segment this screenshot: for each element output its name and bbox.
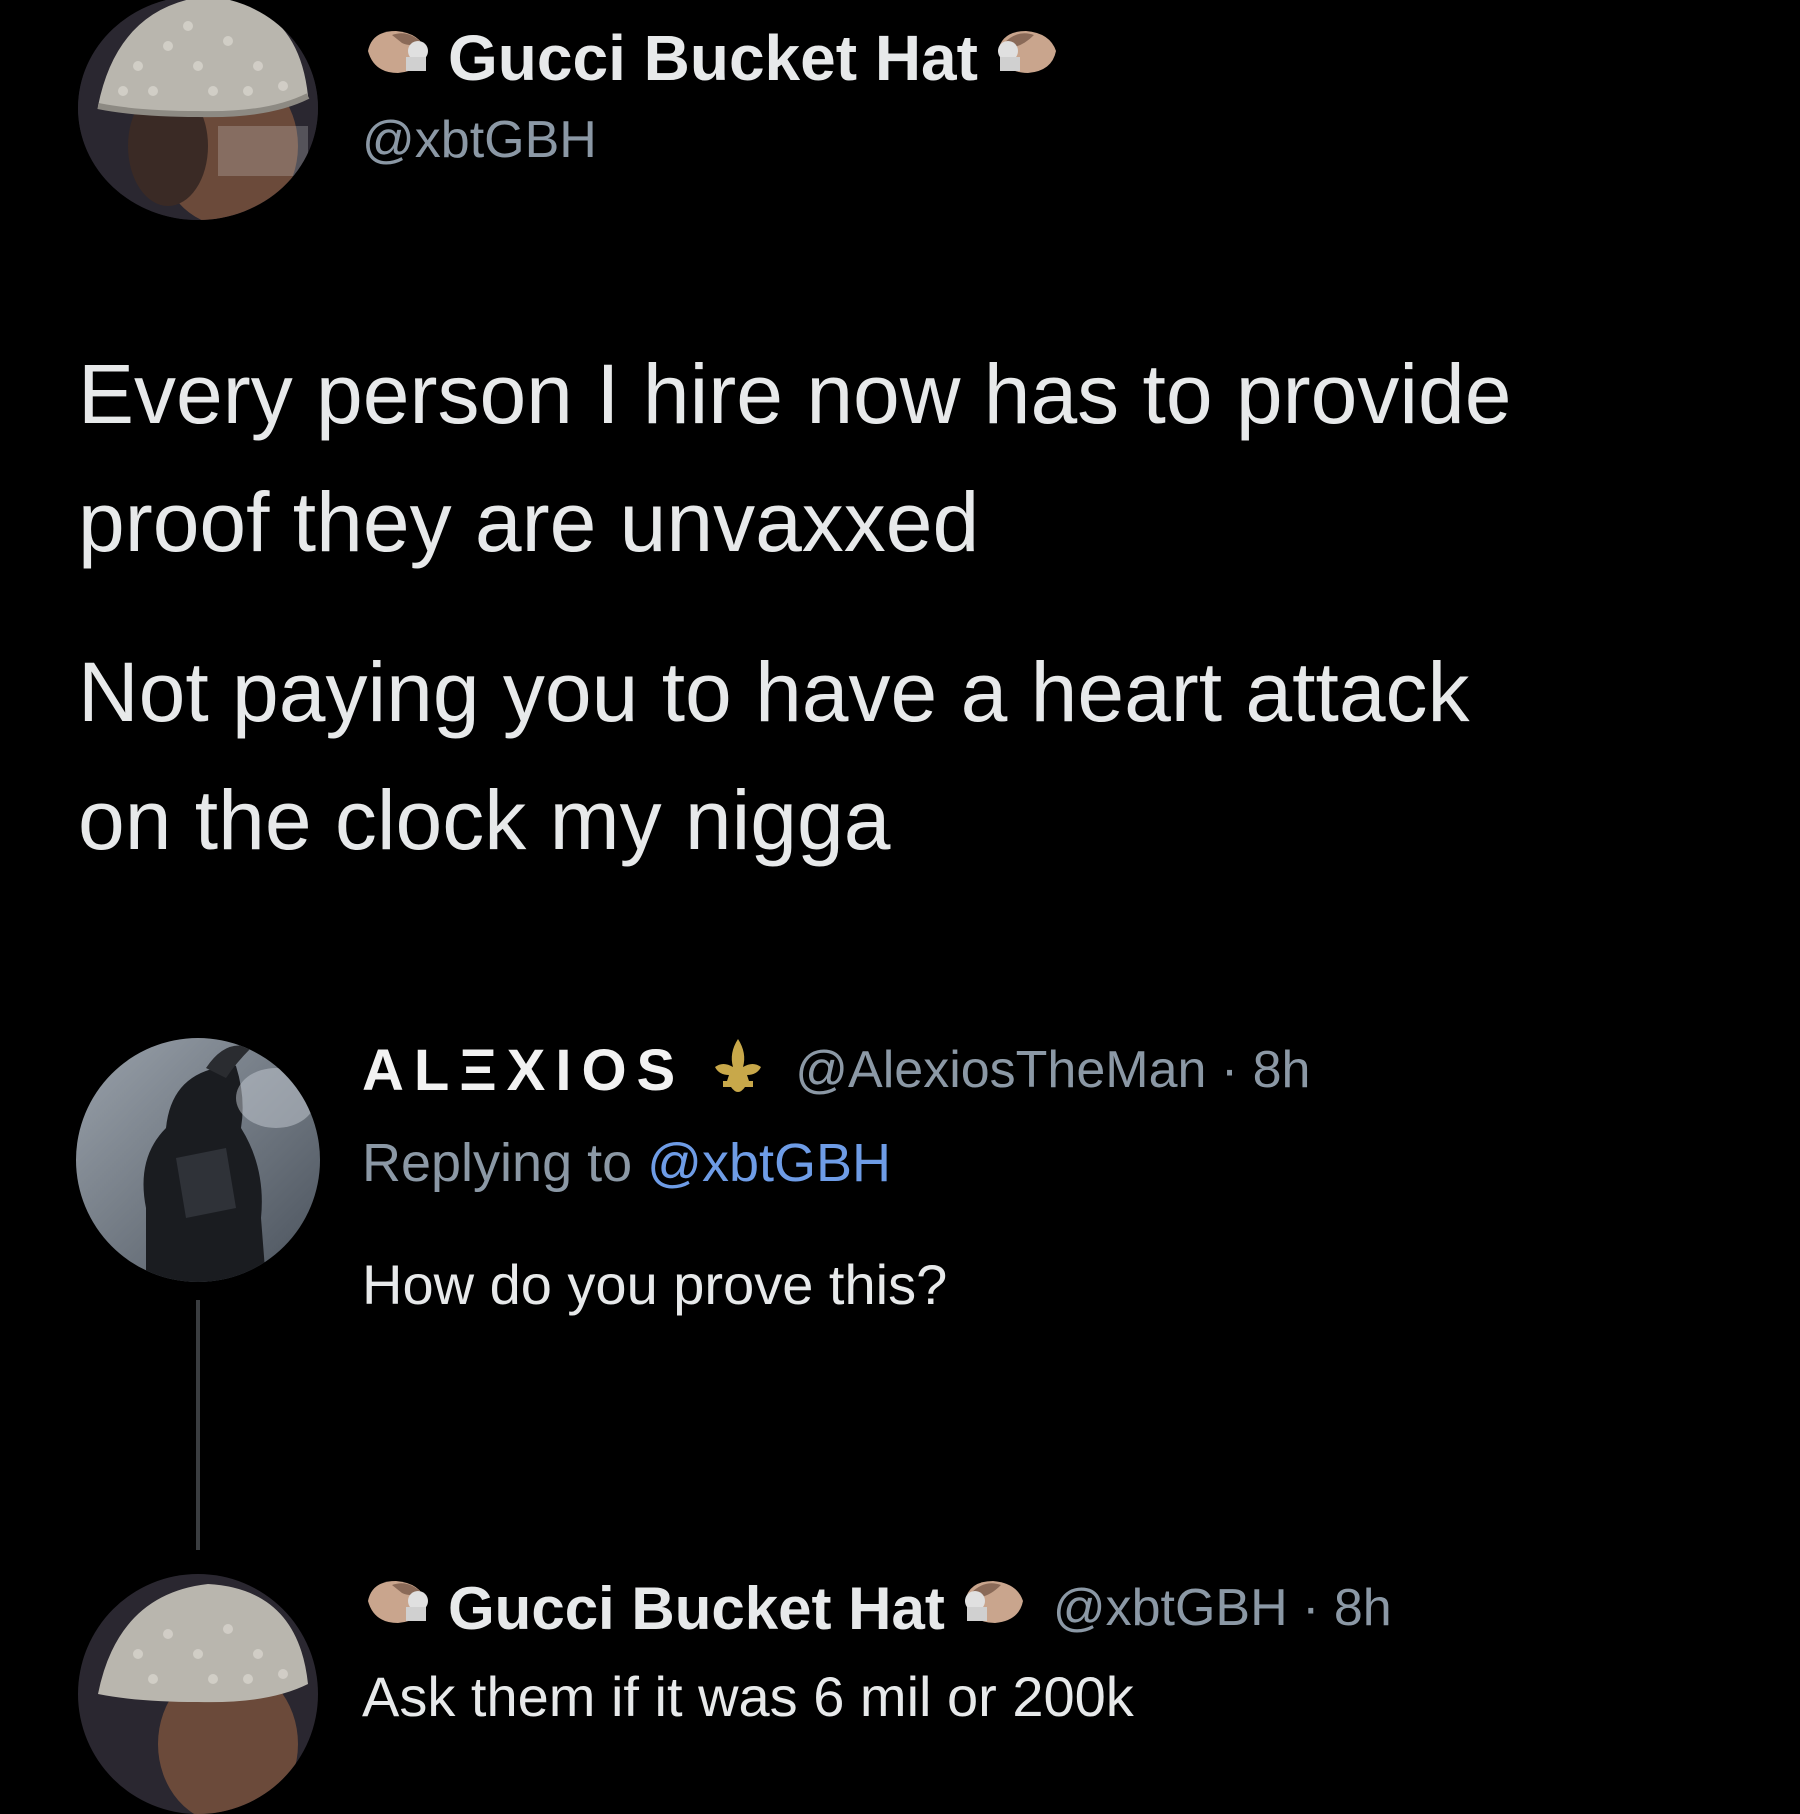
replying-to-handle-link[interactable]: @xbtGBH <box>647 1133 891 1193</box>
pinched-hand-emoji-left <box>362 21 434 96</box>
thread-connector-line <box>196 1300 200 1550</box>
author-display-name[interactable]: Gucci Bucket Hat <box>448 21 978 95</box>
pinched-hand-emoji-right <box>959 1571 1031 1645</box>
fleur-de-lis-icon <box>705 1035 771 1106</box>
reply-2-name-group[interactable]: Gucci Bucket Hat <box>362 1571 1031 1645</box>
tweet-body-line-3: Not paying you to have a heart attack <box>78 645 1470 739</box>
author-handle[interactable]: @xbtGBH <box>362 110 597 170</box>
pinched-hand-emoji-right <box>992 21 1064 96</box>
replying-to-prefix: Replying to <box>362 1133 648 1193</box>
pinched-hand-emoji-left <box>362 1571 434 1645</box>
tweet-body-line-1: Every person I hire now has to provide <box>78 347 1512 441</box>
reply-1-display-name[interactable]: ALΞXIOS <box>362 1037 685 1104</box>
avatar-gucci-bucket-hat-reply[interactable] <box>78 1574 318 1814</box>
avatar-gucci-bucket-hat[interactable] <box>78 0 318 220</box>
reply-2-handle-time[interactable]: @xbtGBH · 8h <box>1053 1578 1392 1638</box>
tweet-body-line-4: on the clock my nigga <box>78 773 891 867</box>
reply-2-display-name[interactable]: Gucci Bucket Hat <box>448 1574 945 1643</box>
reply-2-header: Gucci Bucket Hat @xbtGBH · 8h <box>362 1568 1392 1648</box>
replying-to-line: Replying to @xbtGBH <box>362 1132 891 1194</box>
reply-1-text: How do you prove this? <box>362 1253 948 1316</box>
author-name-row[interactable]: Gucci Bucket Hat <box>362 18 1064 98</box>
tweet-body-line-2: proof they are unvaxxed <box>78 475 980 569</box>
avatar-alexios[interactable] <box>76 1038 320 1282</box>
reply-2-text: Ask them if it was 6 mil or 200k <box>362 1665 1134 1728</box>
reply-1-header: ALΞXIOS @AlexiosTheMan · 8h <box>362 1030 1310 1110</box>
reply-1-handle-time[interactable]: @AlexiosTheMan · 8h <box>795 1040 1310 1100</box>
